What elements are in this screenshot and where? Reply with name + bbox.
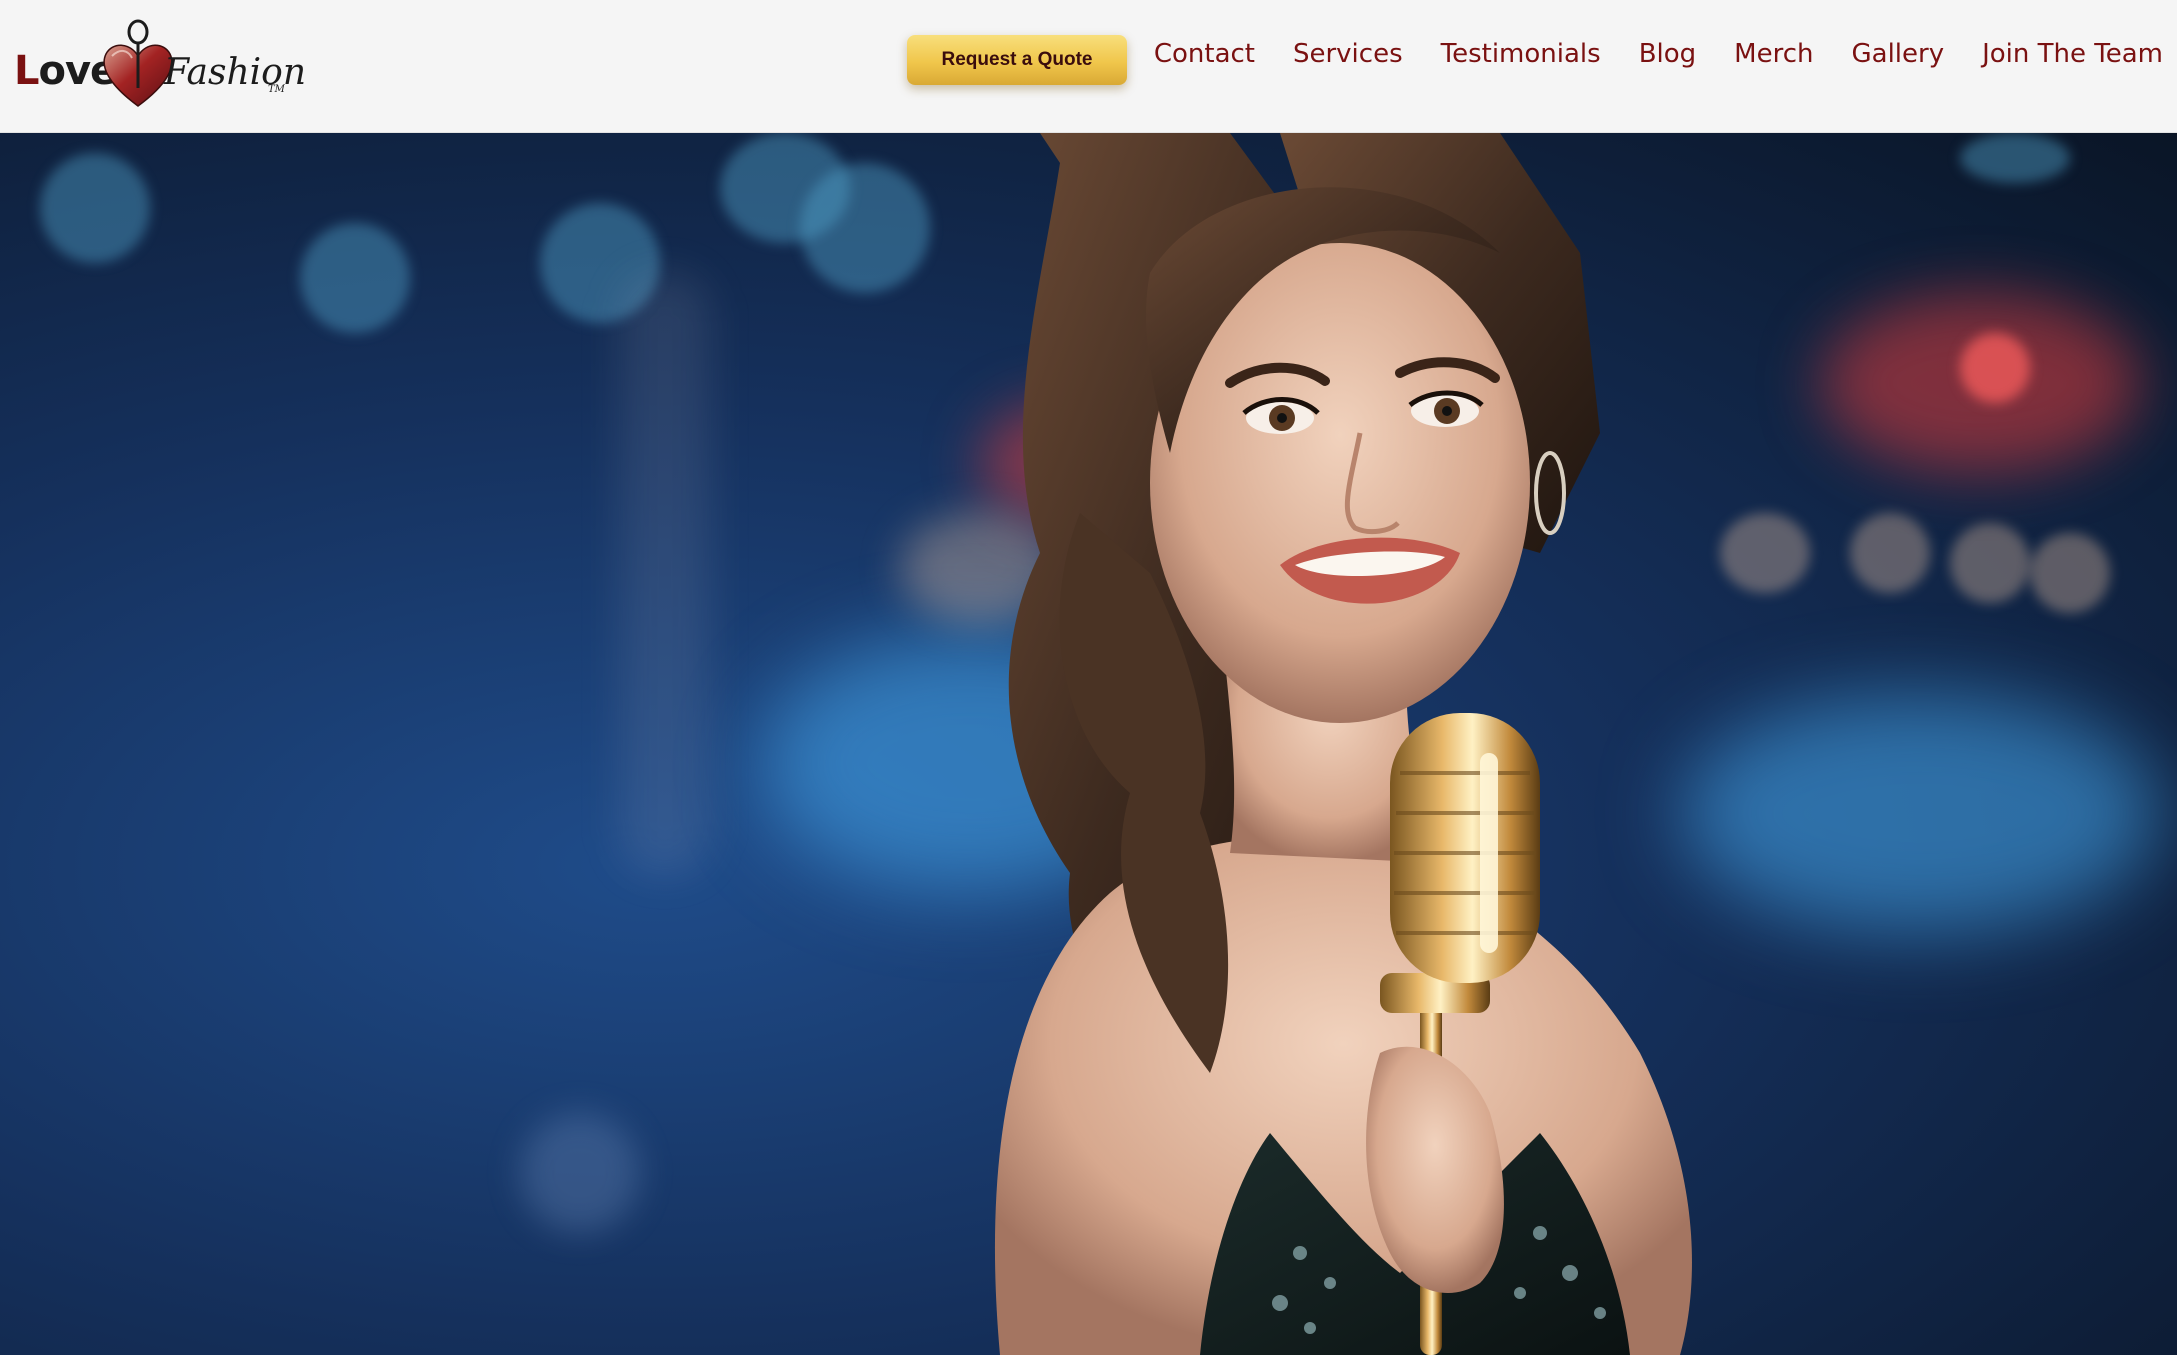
bokeh-light	[620, 273, 710, 873]
main-nav: Contact Services Testimonials Blog Merch…	[1154, 36, 2163, 72]
nav-item-contact[interactable]: Contact	[1154, 36, 1255, 72]
bokeh-light	[520, 1113, 640, 1233]
bokeh-light	[300, 223, 410, 333]
page: Love Fashion TM Request a Quote Contact …	[0, 0, 2177, 1355]
logo-love-initial: L	[14, 48, 39, 94]
bokeh-light	[1950, 523, 2030, 603]
bokeh-light	[1960, 333, 2030, 403]
nav-item-join-the-team[interactable]: Join The Team	[1982, 36, 2163, 72]
nav-item-testimonials[interactable]: Testimonials	[1441, 36, 1601, 72]
logo-trademark: TM	[268, 84, 285, 95]
logo[interactable]: Love Fashion TM	[14, 18, 306, 108]
bokeh-light	[2030, 533, 2110, 613]
bokeh-light	[800, 163, 930, 293]
bokeh-light	[40, 153, 150, 263]
bokeh-light	[1960, 133, 2070, 183]
site-header: Love Fashion TM Request a Quote Contact …	[0, 0, 2177, 133]
singer-figure	[994, 133, 1692, 1355]
nav-item-blog[interactable]: Blog	[1639, 36, 1696, 72]
nav-item-merch[interactable]: Merch	[1734, 36, 1813, 72]
hero-image	[0, 133, 2177, 1355]
nav-item-services[interactable]: Services	[1293, 36, 1403, 72]
nav-item-gallery[interactable]: Gallery	[1852, 36, 1945, 72]
request-quote-button[interactable]: Request a Quote	[907, 35, 1127, 85]
